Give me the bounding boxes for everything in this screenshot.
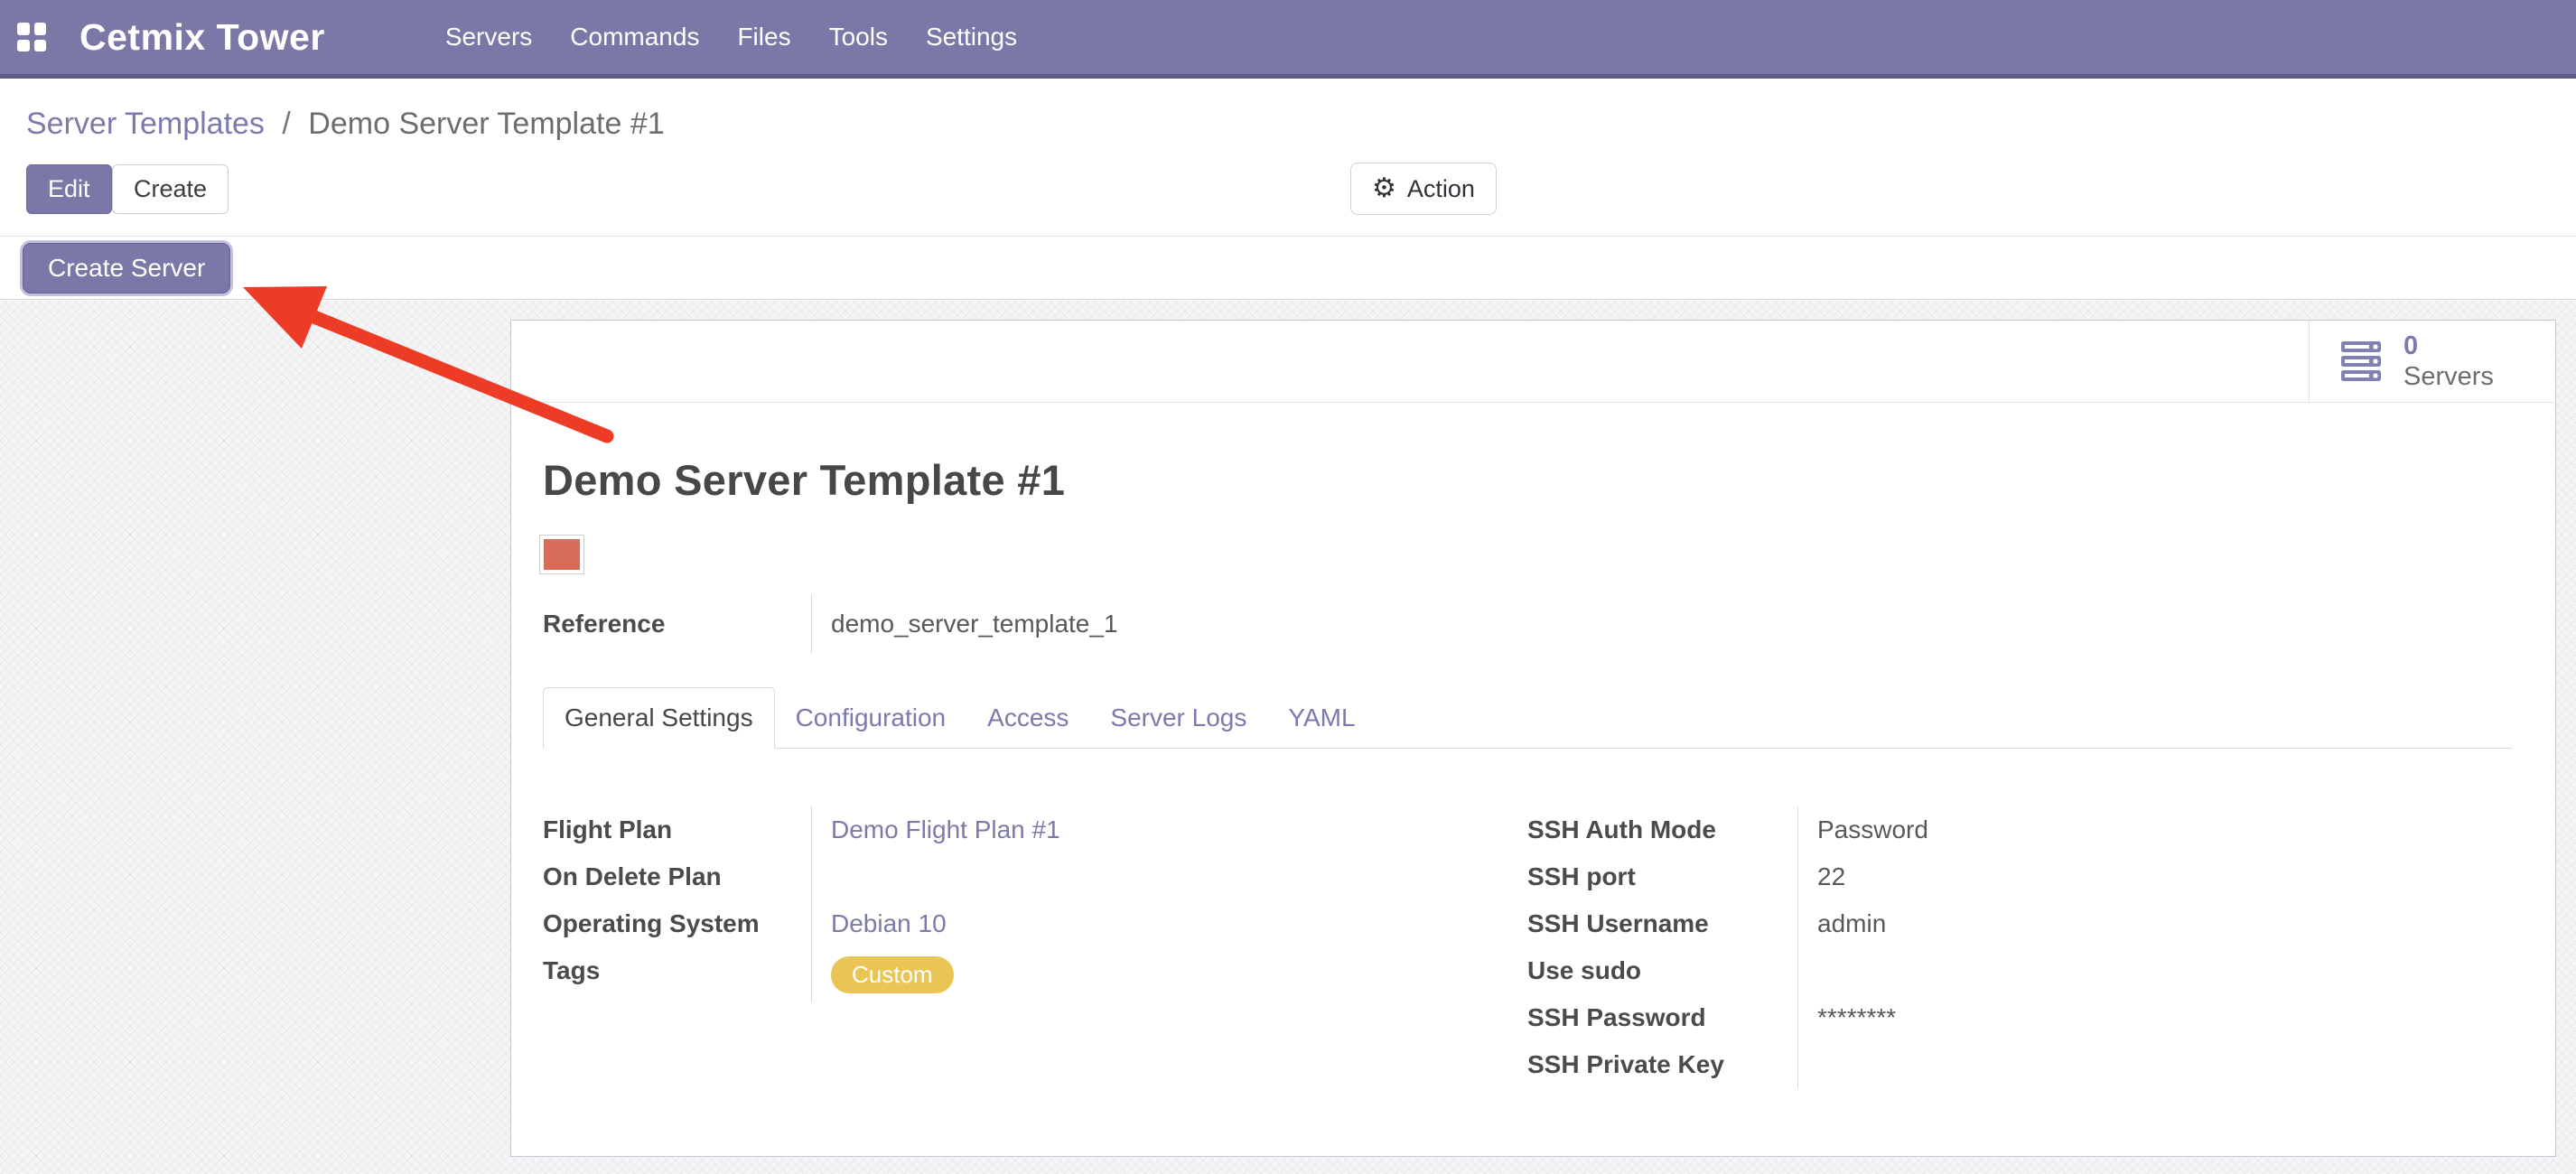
field-row-use-sudo: Use sudo	[1527, 947, 2512, 994]
reference-value: demo_server_template_1	[812, 594, 1118, 654]
field-value-on-delete-plan	[812, 853, 1527, 900]
nav-item-settings[interactable]: Settings	[907, 10, 1036, 64]
field-value-use-sudo	[1798, 947, 2512, 994]
breadcrumb-current: Demo Server Template #1	[308, 107, 664, 141]
breadcrumb-parent-link[interactable]: Server Templates	[26, 107, 265, 141]
field-label-tags: Tags	[543, 947, 812, 1002]
field-value-ssh-password: ********	[1798, 994, 2512, 1041]
tab-general-settings[interactable]: General Settings	[543, 687, 775, 749]
field-row-flight-plan: Flight PlanDemo Flight Plan #1	[543, 806, 1527, 853]
field-label-ssh-private-key: SSH Private Key	[1527, 1041, 1798, 1088]
action-button[interactable]: ⚙ Action	[1350, 163, 1497, 215]
gear-icon: ⚙	[1372, 175, 1396, 202]
tab-configuration[interactable]: Configuration	[775, 688, 967, 748]
screen: Cetmix Tower ServersCommandsFilesToolsSe…	[0, 0, 2576, 1174]
field-row-ssh-private-key: SSH Private Key	[1527, 1041, 2512, 1088]
edit-button[interactable]: Edit	[26, 164, 112, 214]
fields-table-right: SSH Auth ModePasswordSSH port22SSH Usern…	[1527, 806, 2512, 1088]
field-value-operating-system[interactable]: Debian 10	[812, 900, 1527, 947]
color-swatch	[539, 535, 584, 574]
field-row-tags: Tags Custom	[543, 947, 1527, 1002]
field-label-ssh-password: SSH Password	[1527, 994, 1798, 1041]
apps-grid-icon[interactable]	[17, 23, 46, 51]
servers-count: 0	[2403, 331, 2494, 361]
field-row-ssh-port: SSH port22	[1527, 853, 2512, 900]
breadcrumb-separator: /	[273, 107, 299, 141]
field-label-ssh-username: SSH Username	[1527, 900, 1798, 947]
field-value-tags: Custom	[812, 947, 1527, 1002]
field-label-ssh-auth-mode: SSH Auth Mode	[1527, 806, 1798, 853]
nav-item-tools[interactable]: Tools	[810, 10, 907, 64]
reference-label: Reference	[543, 594, 812, 654]
servers-label: Servers	[2403, 361, 2494, 392]
nav-menu: ServersCommandsFilesToolsSettings	[426, 10, 1036, 64]
create-button[interactable]: Create	[112, 164, 229, 214]
create-server-button[interactable]: Create Server	[23, 243, 230, 294]
field-label-use-sudo: Use sudo	[1527, 947, 1798, 994]
reference-field: Reference demo_server_template_1	[543, 594, 1118, 654]
field-row-operating-system: Operating SystemDebian 10	[543, 900, 1527, 947]
field-value-ssh-auth-mode: Password	[1798, 806, 2512, 853]
field-value-ssh-username: admin	[1798, 900, 2512, 947]
nav-item-files[interactable]: Files	[718, 10, 809, 64]
control-panel: Server Templates / Demo Server Template …	[0, 83, 2576, 237]
fields-group-left: Flight PlanDemo Flight Plan #1On Delete …	[543, 806, 1527, 1088]
top-navbar: Cetmix Tower ServersCommandsFilesToolsSe…	[0, 0, 2576, 79]
sheet-header: 0 Servers	[511, 321, 2555, 403]
notebook-tabs: General SettingsConfigurationAccessServe…	[543, 687, 2512, 749]
breadcrumb: Server Templates / Demo Server Template …	[26, 107, 665, 142]
field-label-operating-system: Operating System	[543, 900, 812, 947]
notebook-page-general-settings: Flight PlanDemo Flight Plan #1On Delete …	[543, 749, 2512, 1088]
field-value-ssh-private-key	[1798, 1041, 2512, 1088]
field-value-ssh-port: 22	[1798, 853, 2512, 900]
form-statusbar: Create Server	[0, 238, 2576, 300]
servers-stat-button[interactable]: 0 Servers	[2309, 321, 2555, 402]
record-title: Demo Server Template #1	[543, 455, 2512, 505]
sheet-body: Demo Server Template #1 Reference demo_s…	[511, 455, 2555, 1088]
field-label-ssh-port: SSH port	[1527, 853, 1798, 900]
app-brand[interactable]: Cetmix Tower	[79, 16, 325, 59]
field-row-ssh-username: SSH Usernameadmin	[1527, 900, 2512, 947]
nav-item-servers[interactable]: Servers	[426, 10, 551, 64]
field-row-ssh-auth-mode: SSH Auth ModePassword	[1527, 806, 2512, 853]
server-stack-icon	[2337, 337, 2385, 386]
tag-badge-custom: Custom	[831, 956, 954, 993]
tab-access[interactable]: Access	[966, 688, 1089, 748]
field-label-on-delete-plan: On Delete Plan	[543, 853, 812, 900]
content-area: 0 Servers Demo Server Template #1 Refere…	[0, 301, 2576, 1174]
field-value-flight-plan[interactable]: Demo Flight Plan #1	[812, 806, 1527, 853]
fields-table-left: Flight PlanDemo Flight Plan #1On Delete …	[543, 806, 1527, 1002]
tab-server-logs[interactable]: Server Logs	[1089, 688, 1267, 748]
form-sheet: 0 Servers Demo Server Template #1 Refere…	[510, 320, 2556, 1157]
nav-item-commands[interactable]: Commands	[551, 10, 718, 64]
field-row-ssh-password: SSH Password********	[1527, 994, 2512, 1041]
field-row-on-delete-plan: On Delete Plan	[543, 853, 1527, 900]
action-button-label: Action	[1407, 175, 1475, 203]
field-label-flight-plan: Flight Plan	[543, 806, 812, 853]
fields-group-right: SSH Auth ModePasswordSSH port22SSH Usern…	[1527, 806, 2512, 1088]
tab-yaml[interactable]: YAML	[1267, 688, 1376, 748]
